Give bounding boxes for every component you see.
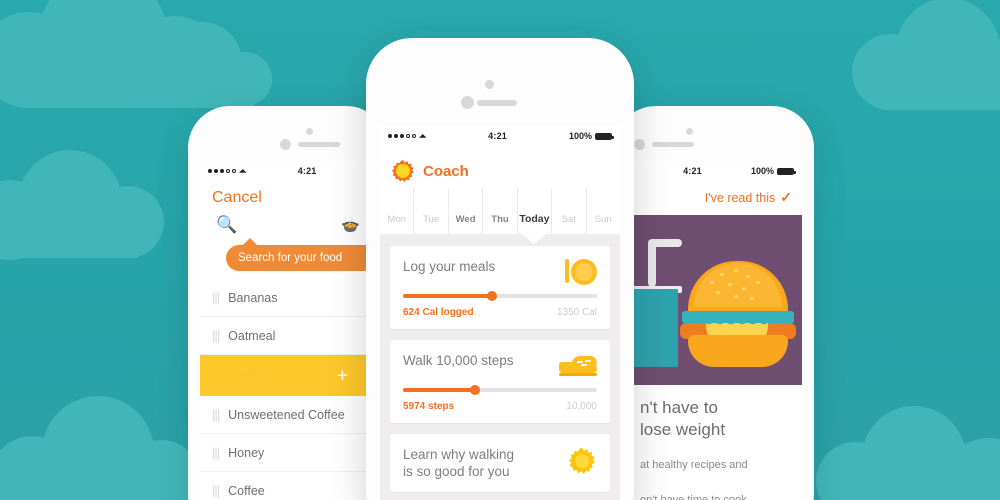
phone-center-device: ⏶ 4:21 100% Coach Mon Tue Wed Thu Today … <box>366 38 634 500</box>
selected-day-pointer <box>521 233 548 244</box>
food-name: Unsweetened Coffee <box>228 407 345 422</box>
food-name: Bananas <box>228 290 278 305</box>
front-camera-icon <box>485 80 494 89</box>
goal-card-list: Log your meals 624 Cal logged 1350 Cal W… <box>380 234 620 500</box>
tab-today[interactable]: Today <box>516 188 551 244</box>
status-time-right: 4:21 <box>683 166 702 176</box>
list-item[interactable]: ||| Unsweetened Coffee <box>200 396 376 434</box>
read-confirm-bar[interactable]: I've read this ✓ <box>626 181 802 215</box>
meals-value-label: 624 Cal logged <box>403 306 474 318</box>
meals-progress-bar[interactable] <box>403 290 597 301</box>
battery-icon <box>595 132 614 140</box>
phone-center-screen: ⏶ 4:21 100% Coach Mon Tue Wed Thu Today … <box>380 126 620 500</box>
steps-progress-bar[interactable] <box>403 384 597 395</box>
phone-left-device: ⏶ 4:21 Cancel 🔍 🍲 Search for your food |… <box>188 106 388 500</box>
card-title: Log your meals <box>403 259 496 274</box>
status-time-center: 4:21 <box>488 131 507 141</box>
proximity-sensor-icon <box>280 139 291 150</box>
meals-progress-labels: 624 Cal logged 1350 Cal <box>403 307 597 318</box>
status-right-center: 100% <box>568 131 614 141</box>
status-right-right: 100% <box>750 166 796 176</box>
burger-icon <box>680 261 796 367</box>
search-toolbar: 🔍 🍲 <box>200 211 376 243</box>
card-log-meals[interactable]: Log your meals 624 Cal logged 1350 Cal <box>390 246 610 329</box>
earpiece-speaker <box>298 142 340 147</box>
drag-handle-icon[interactable]: ||| <box>212 290 220 305</box>
drag-handle-icon[interactable]: ||| <box>212 445 220 460</box>
card-learn-walking[interactable]: Learn why walking is so good for you <box>390 433 610 492</box>
drag-handle-icon[interactable]: ||| <box>212 407 220 422</box>
proximity-sensor-icon <box>461 96 474 109</box>
battery-icon <box>777 167 796 175</box>
food-name: Honey <box>228 445 265 460</box>
status-bar-right: 4:21 100% <box>626 161 802 181</box>
status-time-left: 4:21 <box>297 166 317 176</box>
signal-dots-icon <box>388 134 416 138</box>
food-name: Coffee <box>228 483 265 498</box>
food-name: Oatmeal <box>228 328 276 343</box>
search-tooltip: Search for your food <box>226 238 376 271</box>
phone-left-screen: ⏶ 4:21 Cancel 🔍 🍲 Search for your food |… <box>200 161 376 500</box>
cancel-button[interactable]: Cancel <box>200 181 376 211</box>
earpiece-speaker <box>477 100 517 106</box>
card-walk-steps[interactable]: Walk 10,000 steps 5974 steps 10,000 <box>390 339 610 423</box>
wifi-icon: ⏶ <box>239 165 247 176</box>
front-camera-icon <box>686 128 693 135</box>
list-item[interactable]: ||| Oatmeal <box>200 317 376 355</box>
article-body: n't have to lose weight at healthy recip… <box>626 385 802 500</box>
phone-right-screen: 4:21 100% I've read this ✓ n't have to l… <box>626 161 802 500</box>
tab-today-label: Today <box>519 213 550 225</box>
battery-percent-label: 100% <box>750 166 774 176</box>
steps-progress-labels: 5974 steps 10,000 <box>403 401 597 412</box>
tab-sun[interactable]: Sun <box>585 188 620 234</box>
steps-value-label: 5974 steps <box>403 400 455 412</box>
tab-tue[interactable]: Tue <box>413 188 447 234</box>
read-button-label: I've read this <box>704 190 776 205</box>
proximity-sensor-icon <box>634 139 645 150</box>
list-item[interactable]: ||| Bananas <box>200 279 376 317</box>
phone-right-device: 4:21 100% I've read this ✓ n't have to l… <box>614 106 814 500</box>
day-selector: Mon Tue Wed Thu Today Sat Sun <box>380 188 620 244</box>
plate-fork-icon <box>557 258 597 292</box>
card-title: Walk 10,000 steps <box>403 352 514 368</box>
app-header: Coach <box>380 146 620 188</box>
food-name: Herbal <box>234 368 271 382</box>
signal-area: ⏶ <box>208 165 247 176</box>
tab-thu[interactable]: Thu <box>482 188 516 234</box>
article-line-2: on't have time to cook <box>640 493 747 500</box>
search-icon[interactable]: 🔍 <box>216 215 237 235</box>
wifi-icon: ⏶ <box>419 130 427 141</box>
plus-icon[interactable]: + <box>337 366 348 385</box>
page-title: Coach <box>423 162 469 180</box>
list-item[interactable]: ||| Coffee <box>200 472 376 500</box>
card-title: Learn why walking is so good for you <box>403 446 515 479</box>
battery-percent-label: 100% <box>568 131 592 141</box>
steps-goal-label: 10,000 <box>566 400 597 412</box>
straw-icon <box>648 241 656 287</box>
article-hero-illustration <box>626 215 802 385</box>
earpiece-speaker <box>652 142 694 147</box>
meals-goal-label: 1350 Cal <box>556 306 597 318</box>
tab-wed[interactable]: Wed <box>447 188 482 234</box>
drag-handle-icon[interactable]: ||| <box>212 328 220 343</box>
checkmark-icon: ✓ <box>780 189 792 205</box>
status-bar-left: ⏶ 4:21 <box>200 161 376 181</box>
list-item-swiped[interactable]: Herbal + ||| <box>200 355 376 396</box>
signal-area: ⏶ <box>388 130 427 141</box>
article-line-1: at healthy recipes and <box>640 459 748 472</box>
drag-handle-icon[interactable]: ||| <box>212 483 220 498</box>
signal-dots-icon <box>208 169 236 173</box>
front-camera-icon <box>306 128 313 135</box>
status-bar-center: ⏶ 4:21 100% <box>380 126 620 146</box>
list-item[interactable]: ||| Honey <box>200 434 376 472</box>
sneaker-icon <box>557 352 599 386</box>
food-list: ||| Bananas ||| Oatmeal Herbal + ||| |||… <box>200 279 376 500</box>
cooking-pot-icon[interactable]: 🍲 <box>341 216 360 234</box>
tab-mon[interactable]: Mon <box>380 188 413 234</box>
sun-icon <box>557 446 597 480</box>
sun-icon <box>392 160 414 182</box>
article-headline: n't have to lose weight <box>640 398 726 440</box>
tab-sat[interactable]: Sat <box>551 188 585 234</box>
drink-cup-icon <box>632 289 678 367</box>
